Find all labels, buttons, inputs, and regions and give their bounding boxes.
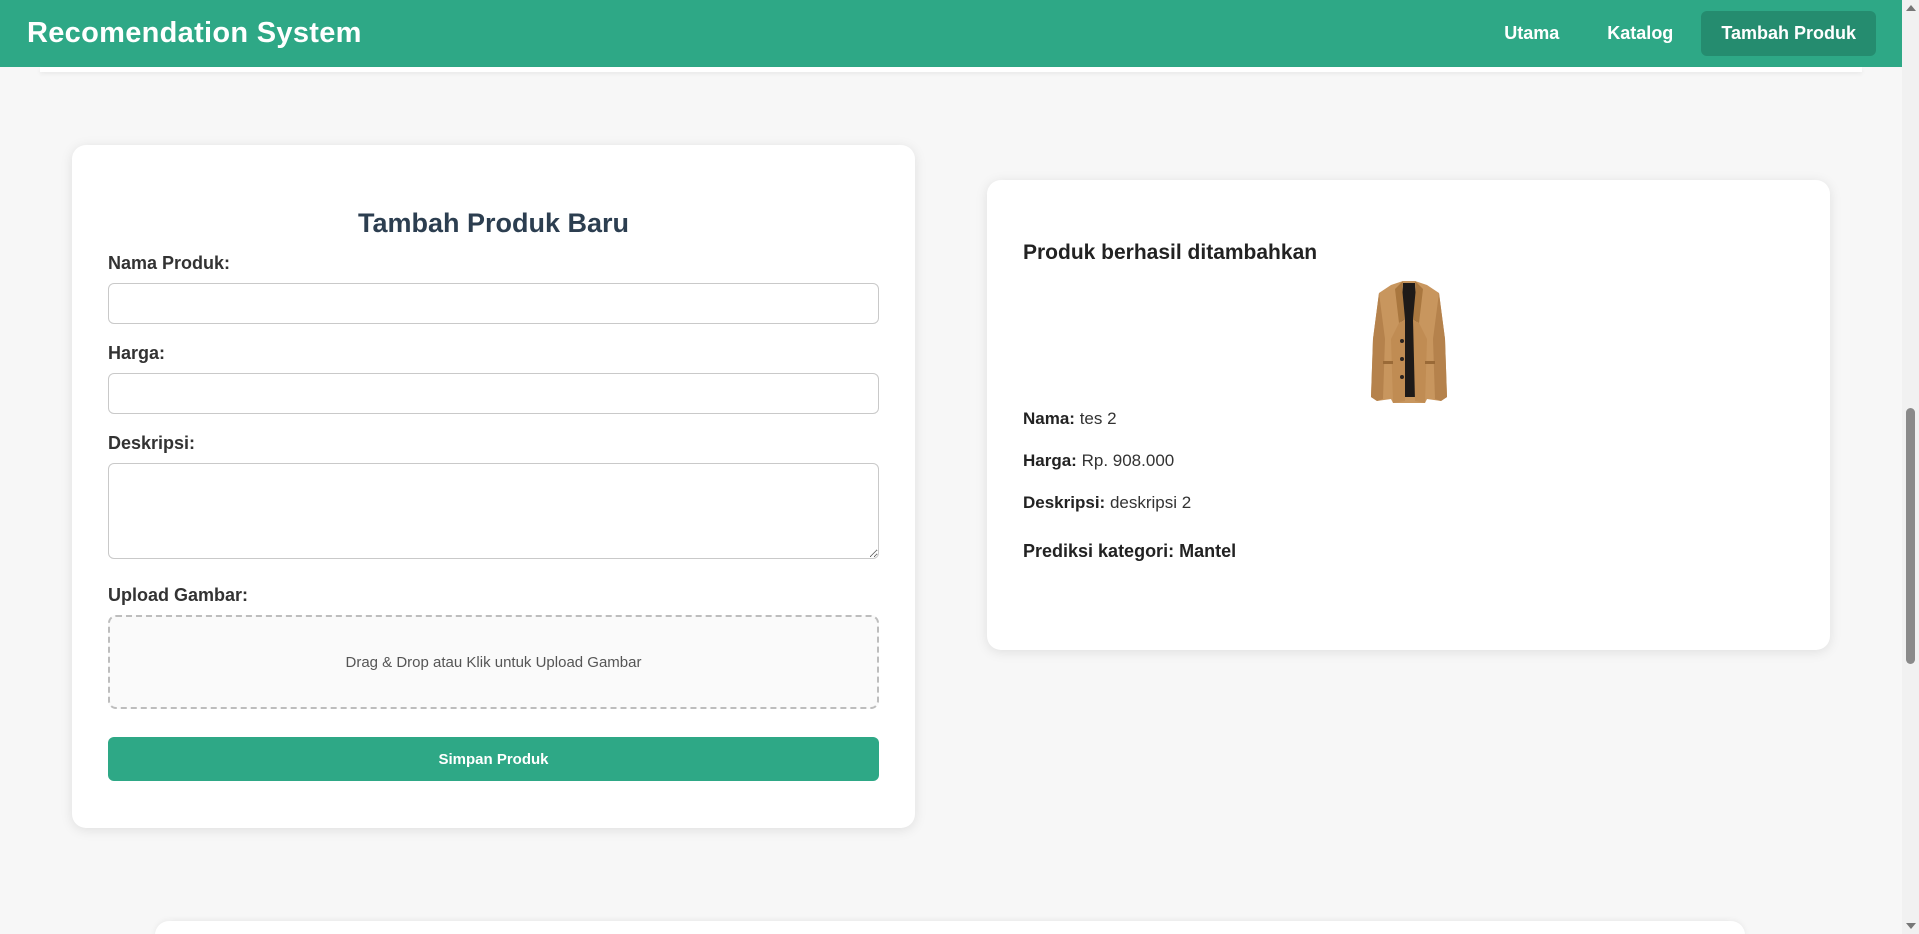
- info-name-value: tes 2: [1079, 409, 1117, 428]
- prediction: Prediksi kategori: Mantel: [1023, 541, 1794, 562]
- result-card: Produk berhasil ditambahkan Nama: tes 2 …: [987, 180, 1830, 650]
- product-info: Nama: tes 2 Harga: Rp. 908.000 Deskripsi…: [1023, 409, 1794, 562]
- scroll-thumb[interactable]: [1906, 408, 1915, 664]
- info-desc-value: deskripsi 2: [1109, 493, 1192, 512]
- info-name: Nama: tes 2: [1023, 409, 1794, 431]
- price-input[interactable]: [108, 373, 879, 414]
- prediction-key: Prediksi kategori:: [1023, 541, 1175, 561]
- nav-link-tambah-produk[interactable]: Tambah Produk: [1701, 11, 1876, 56]
- image-dropzone[interactable]: Drag & Drop atau Klik untuk Upload Gamba…: [108, 615, 879, 709]
- product-name-input[interactable]: [108, 283, 879, 324]
- scroll-down-arrow-icon[interactable]: [1906, 923, 1916, 929]
- coat-image-icon: [1370, 281, 1447, 403]
- upload-image-label: Upload Gambar:: [108, 585, 249, 605]
- nav-link-utama[interactable]: Utama: [1484, 11, 1579, 56]
- bottom-section-card: [155, 921, 1745, 934]
- nav-links: Utama Katalog Tambah Produk: [1484, 11, 1876, 56]
- prediction-value: Mantel: [1179, 541, 1237, 561]
- navbar: Recomendation System Utama Katalog Tamba…: [0, 0, 1902, 67]
- page-scrollbar[interactable]: [1902, 0, 1919, 934]
- dropzone-text: Drag & Drop atau Klik untuk Upload Gamba…: [345, 653, 642, 671]
- info-name-key: Nama:: [1023, 409, 1075, 428]
- result-title: Produk berhasil ditambahkan: [1023, 241, 1318, 264]
- scroll-up-arrow-icon[interactable]: [1906, 5, 1916, 11]
- description-textarea[interactable]: [108, 463, 879, 559]
- info-price-key: Harga:: [1023, 451, 1077, 470]
- nav-link-katalog[interactable]: Katalog: [1587, 11, 1693, 56]
- description-label: Deskripsi:: [108, 433, 196, 453]
- add-product-form-card: Tambah Produk Baru Nama Produk: Harga: D…: [72, 145, 915, 828]
- product-name-label: Nama Produk:: [108, 253, 231, 273]
- header-underlay: [40, 67, 1862, 72]
- save-product-button[interactable]: Simpan Produk: [108, 737, 879, 781]
- info-price-value: Rp. 908.000: [1081, 451, 1175, 470]
- info-desc-key: Deskripsi:: [1023, 493, 1106, 512]
- info-price: Harga: Rp. 908.000: [1023, 451, 1794, 473]
- price-label: Harga:: [108, 343, 166, 363]
- product-image: [1023, 279, 1794, 409]
- info-description: Deskripsi: deskripsi 2: [1023, 493, 1794, 515]
- form-title: Tambah Produk Baru: [357, 208, 630, 238]
- brand-title: Recomendation System: [27, 17, 362, 49]
